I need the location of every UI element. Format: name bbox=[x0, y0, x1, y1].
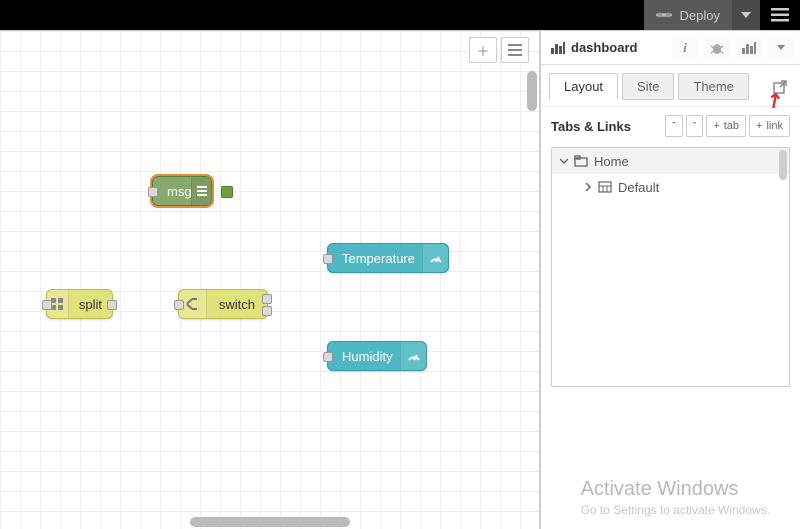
wires bbox=[0, 31, 300, 181]
node-label: Temperature bbox=[328, 251, 429, 266]
info-button[interactable]: i bbox=[672, 36, 698, 60]
plus-icon: + bbox=[713, 120, 719, 132]
chevron-down-icon: ˇ bbox=[693, 121, 697, 133]
node-port-out-1[interactable] bbox=[262, 294, 272, 304]
dashboard-tabs: Layout Site Theme ↗ bbox=[541, 65, 800, 100]
node-port-out-2[interactable] bbox=[262, 306, 272, 316]
flow-canvas-area: msg split switch bbox=[0, 30, 540, 529]
tree-scrollbar[interactable] bbox=[779, 150, 787, 384]
plus-icon: + bbox=[756, 120, 762, 132]
tabs-links-header: Tabs & Links ˆ ˇ +tab +link bbox=[541, 106, 800, 145]
node-label: switch bbox=[207, 297, 267, 312]
chart-icon bbox=[551, 42, 565, 54]
collapse-all-button[interactable]: ˇ bbox=[686, 115, 704, 137]
info-icon: i bbox=[683, 40, 687, 56]
section-title: Tabs & Links bbox=[551, 119, 662, 134]
tree-item-label: Home bbox=[594, 154, 629, 169]
group-icon bbox=[598, 181, 612, 193]
node-status-dot bbox=[221, 186, 233, 198]
external-link-icon bbox=[773, 80, 787, 94]
main-menu-button[interactable] bbox=[760, 0, 800, 30]
node-port-in[interactable] bbox=[42, 300, 52, 310]
canvas-scrollbar-horizontal[interactable] bbox=[20, 517, 519, 527]
sidebar: dashboard i Layout Site Theme ↗ Ta bbox=[540, 30, 800, 529]
node-port-in[interactable] bbox=[323, 254, 333, 264]
add-tab-button[interactable]: +tab bbox=[706, 115, 746, 137]
chart-icon bbox=[742, 42, 756, 54]
sidebar-dropdown-button[interactable] bbox=[768, 36, 794, 60]
caret-down-icon bbox=[777, 45, 785, 50]
node-debug-msg[interactable]: msg bbox=[152, 176, 212, 206]
deploy-label: Deploy bbox=[680, 8, 720, 23]
node-label: split bbox=[69, 297, 112, 312]
canvas-toolbar: ＋ bbox=[469, 37, 529, 63]
open-dashboard-button[interactable]: ↗ bbox=[768, 75, 792, 99]
expand-all-button[interactable]: ˆ bbox=[665, 115, 683, 137]
tab-site[interactable]: Site bbox=[622, 73, 674, 100]
caret-down-icon bbox=[741, 12, 751, 18]
canvas-scrollbar-vertical[interactable] bbox=[527, 71, 537, 489]
node-port-in[interactable] bbox=[174, 300, 184, 310]
chevron-up-icon: ˆ bbox=[672, 121, 676, 133]
add-button[interactable]: ＋ bbox=[469, 37, 497, 63]
node-split[interactable]: split bbox=[46, 289, 113, 319]
deploy-dropdown[interactable] bbox=[732, 0, 760, 30]
dashboard-tab-button[interactable] bbox=[736, 36, 762, 60]
add-link-button[interactable]: +link bbox=[749, 115, 790, 137]
flow-canvas[interactable]: msg split switch bbox=[0, 31, 539, 529]
tree-item-home[interactable]: Home bbox=[552, 148, 789, 174]
app-header: Deploy bbox=[0, 0, 800, 30]
tab-theme[interactable]: Theme bbox=[678, 73, 748, 100]
chevron-down-icon bbox=[560, 157, 568, 165]
gauge-icon bbox=[400, 342, 426, 370]
hamburger-icon bbox=[771, 8, 789, 22]
chevron-right-icon bbox=[584, 183, 592, 191]
node-port-out[interactable] bbox=[107, 300, 117, 310]
node-label: Humidity bbox=[328, 349, 407, 364]
list-view-button[interactable] bbox=[501, 37, 529, 63]
debug-icon bbox=[191, 177, 211, 205]
node-gauge-humidity[interactable]: Humidity bbox=[327, 341, 427, 371]
tab-layout[interactable]: Layout bbox=[549, 73, 618, 100]
node-switch[interactable]: switch bbox=[178, 289, 268, 319]
sidebar-header: dashboard i bbox=[541, 31, 800, 65]
deploy-icon bbox=[656, 10, 672, 20]
tree-item-default[interactable]: Default bbox=[552, 174, 789, 200]
tabs-links-tree: Home Default bbox=[551, 147, 790, 387]
bug-icon bbox=[710, 41, 724, 55]
deploy-button[interactable]: Deploy bbox=[644, 0, 732, 30]
node-port-in[interactable] bbox=[323, 352, 333, 362]
node-gauge-temperature[interactable]: Temperature bbox=[327, 243, 449, 273]
tab-icon bbox=[574, 155, 588, 167]
sidebar-title: dashboard bbox=[551, 40, 666, 55]
tree-item-label: Default bbox=[618, 180, 659, 195]
gauge-icon bbox=[422, 244, 448, 272]
list-icon bbox=[508, 44, 522, 56]
node-port-in[interactable] bbox=[148, 187, 158, 197]
debug-panel-button[interactable] bbox=[704, 36, 730, 60]
plus-icon: ＋ bbox=[476, 41, 489, 60]
